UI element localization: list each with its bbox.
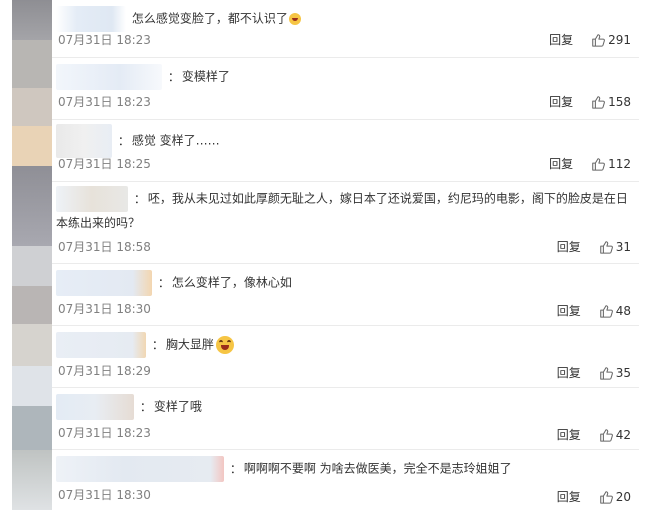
reply-button[interactable]: 回复 <box>549 31 573 48</box>
avatar[interactable] <box>12 406 52 450</box>
comment-text: 变样了哦 <box>153 399 202 414</box>
avatar[interactable] <box>12 286 52 324</box>
comment-time: 07月31日 18:25 <box>58 157 151 171</box>
comment-item: ：呸，我从未见过如此厚颜无耻之人，嫁日本了还说爱国，约尼玛的电影，阁下的脸皮是在… <box>52 182 639 264</box>
comment-text-line: ：胸大显胖 <box>56 332 234 358</box>
avatar-column <box>0 0 52 510</box>
comment-actions: 回复 20 <box>557 488 631 505</box>
like-count: 42 <box>615 427 631 442</box>
comment-actions: 回复 158 <box>549 93 631 110</box>
comment-item: ：感觉 变样了…… 07月31日 18:25 回复 112 <box>52 120 639 182</box>
reply-button[interactable]: 回复 <box>557 488 581 505</box>
comment-actions: 回复 291 <box>549 31 631 48</box>
comment-actions: 回复 31 <box>557 238 631 255</box>
like-button[interactable]: 31 <box>599 240 631 254</box>
username-redacted[interactable] <box>56 332 146 358</box>
laughing-emoji-icon <box>288 13 301 25</box>
comment-text-line: ：呸，我从未见过如此厚颜无耻之人，嫁日本了还说爱国，约尼玛的电影，阁下的脸皮是在… <box>56 186 636 234</box>
comment-item: ：怎么变样了，像林心如 07月31日 18:30 回复 48 <box>52 264 639 326</box>
comment-text: 怎么感觉变脸了，都不认识了 <box>131 11 288 26</box>
username-redacted[interactable] <box>56 270 152 296</box>
reply-button[interactable]: 回复 <box>557 302 581 319</box>
thumbs-up-icon <box>599 366 613 380</box>
comment-time: 07月31日 18:23 <box>58 426 151 440</box>
thumbs-up-icon <box>599 490 613 504</box>
comment-text: 怎么变样了，像林心如 <box>171 275 292 290</box>
comment-time: 07月31日 18:23 <box>58 95 151 109</box>
reply-button[interactable]: 回复 <box>557 238 581 255</box>
like-button[interactable]: 42 <box>599 428 631 442</box>
comment-item: ：变样了哦 07月31日 18:23 回复 42 <box>52 388 639 450</box>
avatar[interactable] <box>12 88 52 126</box>
reply-button[interactable]: 回复 <box>549 155 573 172</box>
username-redacted[interactable] <box>56 394 134 420</box>
comment-text-line: ：变样了哦 <box>56 394 202 420</box>
like-button[interactable]: 48 <box>599 304 631 318</box>
avatar[interactable] <box>12 450 52 510</box>
comment-text: 感觉 变样了…… <box>131 133 220 148</box>
like-count: 31 <box>615 239 631 254</box>
thumbs-up-icon <box>599 428 613 442</box>
username-redacted[interactable] <box>56 186 128 212</box>
comment-text: 变模样了 <box>181 69 230 84</box>
comment-text: 胸大显胖 <box>165 337 214 352</box>
like-button[interactable]: 158 <box>591 95 631 109</box>
comment-actions: 回复 112 <box>549 155 631 172</box>
like-count: 158 <box>608 94 631 109</box>
comment-actions: 回复 42 <box>557 426 631 443</box>
avatar[interactable] <box>12 366 52 406</box>
reply-button[interactable]: 回复 <box>557 426 581 443</box>
comment-time: 07月31日 18:30 <box>58 302 151 316</box>
comment-text: 啊啊啊不要啊 为啥去做医美，完全不是志玲姐姐了 <box>243 461 512 476</box>
comment-list: 怎么感觉变脸了，都不认识了 07月31日 18:23 回复 291 ：变模样了 … <box>52 0 649 510</box>
comment-item: 怎么感觉变脸了，都不认识了 07月31日 18:23 回复 291 <box>52 0 639 58</box>
comment-time: 07月31日 18:23 <box>58 33 151 47</box>
like-button[interactable]: 112 <box>591 157 631 171</box>
avatar[interactable] <box>12 40 52 88</box>
comment-actions: 回复 48 <box>557 302 631 319</box>
thumbs-up-icon <box>599 304 613 318</box>
username-redacted[interactable] <box>56 456 224 482</box>
username-redacted[interactable] <box>56 6 126 32</box>
like-count: 20 <box>615 489 631 504</box>
avatar[interactable] <box>12 324 52 366</box>
laughing-emoji-icon <box>215 336 234 354</box>
like-button[interactable]: 291 <box>591 33 631 47</box>
comment-item: ：胸大显胖 07月31日 18:29 回复 35 <box>52 326 639 388</box>
like-count: 291 <box>608 32 631 47</box>
thumbs-up-icon <box>599 240 613 254</box>
like-count: 35 <box>615 365 631 380</box>
thumbs-up-icon <box>592 33 605 47</box>
comment-time: 07月31日 18:30 <box>58 488 151 502</box>
comment-time: 07月31日 18:58 <box>58 240 151 254</box>
comment-actions: 回复 35 <box>557 364 631 381</box>
comment-text-line: ：变模样了 <box>56 64 230 90</box>
username-redacted[interactable] <box>56 124 112 158</box>
like-count: 112 <box>608 156 631 171</box>
reply-button[interactable]: 回复 <box>549 93 573 110</box>
comment-item: ：变模样了 07月31日 18:23 回复 158 <box>52 58 639 120</box>
comment-item: ：啊啊啊不要啊 为啥去做医美，完全不是志玲姐姐了 07月31日 18:30 回复… <box>52 450 639 510</box>
comment-text-line: ：感觉 变样了…… <box>56 124 220 158</box>
avatar[interactable] <box>12 246 52 286</box>
username-redacted[interactable] <box>56 64 162 90</box>
comment-time: 07月31日 18:29 <box>58 364 151 378</box>
thumbs-up-icon <box>592 95 605 109</box>
avatar[interactable] <box>12 0 52 40</box>
avatar[interactable] <box>12 126 52 166</box>
avatar[interactable] <box>12 166 52 246</box>
thumbs-up-icon <box>592 157 605 171</box>
comment-text-line: ：啊啊啊不要啊 为啥去做医美，完全不是志玲姐姐了 <box>56 456 512 482</box>
comment-text-line: 怎么感觉变脸了，都不认识了 <box>56 6 301 32</box>
like-button[interactable]: 35 <box>599 366 631 380</box>
comment-text-line: ：怎么变样了，像林心如 <box>56 270 292 296</box>
like-button[interactable]: 20 <box>599 490 631 504</box>
reply-button[interactable]: 回复 <box>557 364 581 381</box>
like-count: 48 <box>615 303 631 318</box>
